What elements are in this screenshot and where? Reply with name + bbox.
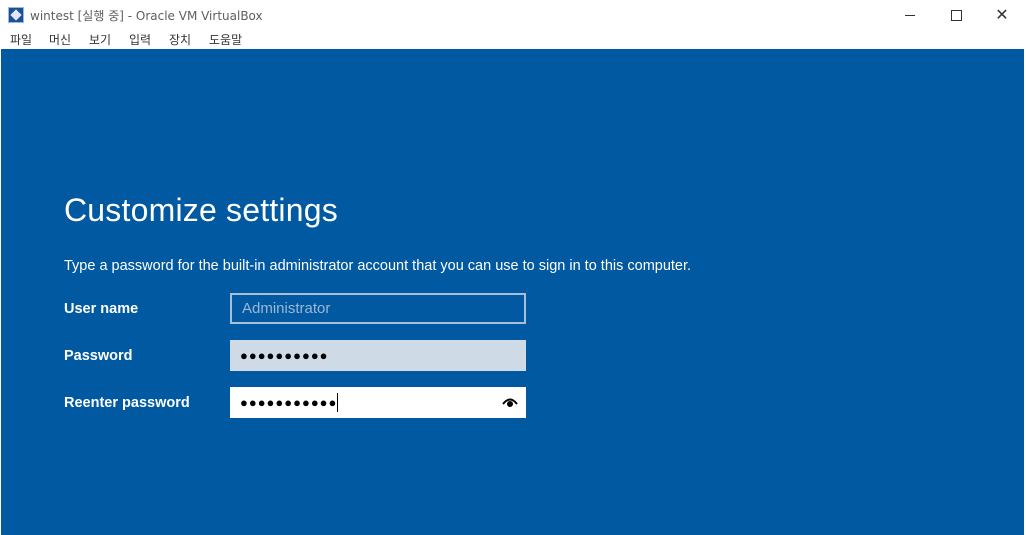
user-name-label: User name: [64, 301, 139, 317]
page-description: Type a password for the built-in adminis…: [64, 258, 692, 274]
minimize-icon: [905, 14, 915, 16]
password-value: ●●●●●●●●●●: [240, 348, 329, 363]
menu-input[interactable]: 입력: [129, 31, 151, 48]
reenter-password-label: Reenter password: [64, 395, 190, 411]
virtualbox-icon: [8, 7, 24, 23]
menu-devices[interactable]: 장치: [169, 31, 191, 48]
close-button[interactable]: ✕: [979, 0, 1025, 30]
maximize-icon: [950, 9, 962, 21]
password-field[interactable]: ●●●●●●●●●●: [230, 340, 526, 371]
menu-view[interactable]: 보기: [89, 31, 111, 48]
user-name-field[interactable]: Administrator: [230, 293, 526, 324]
reenter-password-field[interactable]: ●●●●●●●●●●●: [230, 387, 526, 418]
text-caret: [337, 393, 339, 412]
eye-icon[interactable]: [502, 396, 518, 408]
page-title: Customize settings: [64, 192, 338, 228]
reenter-password-value: ●●●●●●●●●●●: [240, 395, 338, 410]
vm-display[interactable]: Customize settings Type a password for t…: [1, 49, 1024, 535]
maximize-button[interactable]: [933, 0, 979, 30]
password-label: Password: [64, 348, 133, 364]
window-title: wintest [실행 중] - Oracle VM VirtualBox: [30, 9, 263, 23]
menu-machine[interactable]: 머신: [49, 31, 71, 48]
menu-file[interactable]: 파일: [10, 31, 32, 48]
user-name-placeholder: Administrator: [242, 300, 331, 317]
close-icon: ✕: [995, 5, 1009, 24]
minimize-button[interactable]: [887, 0, 933, 30]
menu-help[interactable]: 도움말: [209, 31, 242, 48]
menu-bar: 파일 머신 보기 입력 장치 도움말: [0, 30, 1026, 49]
title-bar[interactable]: wintest [실행 중] - Oracle VM VirtualBox ✕: [0, 0, 1026, 30]
